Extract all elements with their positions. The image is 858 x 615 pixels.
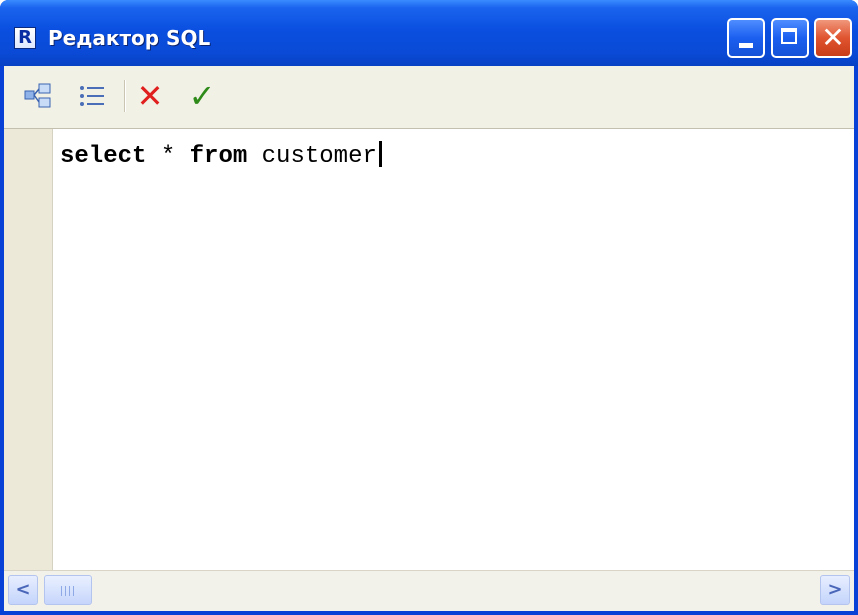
arrow-right-icon: > <box>827 579 843 600</box>
toolbar-separator <box>124 80 125 112</box>
cancel-button[interactable]: ✕ <box>134 80 166 112</box>
query-builder-button[interactable] <box>22 80 54 112</box>
grip-icon <box>61 586 75 596</box>
minimize-icon <box>739 43 753 48</box>
scroll-left-button[interactable]: < <box>8 575 38 605</box>
sql-keyword-from: from <box>189 143 248 170</box>
maximize-icon <box>781 28 797 44</box>
window-title: Редактор SQL <box>48 26 211 50</box>
fastreport-icon[interactable]: R <box>14 27 36 49</box>
sql-editor-window: R Редактор SQL ✕ ✕ ✓ select * from custo… <box>0 0 858 615</box>
query-builder-icon <box>24 83 51 108</box>
horizontal-scrollbar[interactable]: < > <box>4 570 854 611</box>
text-caret <box>378 141 382 167</box>
arrow-left-icon: < <box>15 579 31 600</box>
sql-star: * <box>146 143 190 170</box>
cancel-icon: ✕ <box>136 77 164 115</box>
list-button[interactable] <box>76 80 108 112</box>
client-area: ✕ ✓ select * from customer < > <box>4 66 854 611</box>
sql-table-name: customer <box>247 143 377 170</box>
sql-text-editor[interactable]: select * from customer <box>4 128 854 571</box>
list-icon <box>80 86 104 106</box>
close-icon: ✕ <box>821 21 845 54</box>
toolbar: ✕ ✓ <box>4 66 854 129</box>
ok-icon: ✓ <box>188 77 216 115</box>
scrollbar-thumb[interactable] <box>44 575 92 605</box>
close-button[interactable]: ✕ <box>814 18 852 58</box>
title-bar[interactable]: R Редактор SQL ✕ <box>0 0 858 66</box>
scroll-right-button[interactable]: > <box>820 575 850 605</box>
maximize-button[interactable] <box>771 18 809 58</box>
ok-button[interactable]: ✓ <box>186 80 218 112</box>
minimize-button[interactable] <box>727 18 765 58</box>
sql-code-line[interactable]: select * from customer <box>60 141 382 170</box>
editor-gutter <box>4 129 53 571</box>
sql-keyword-select: select <box>60 143 147 170</box>
